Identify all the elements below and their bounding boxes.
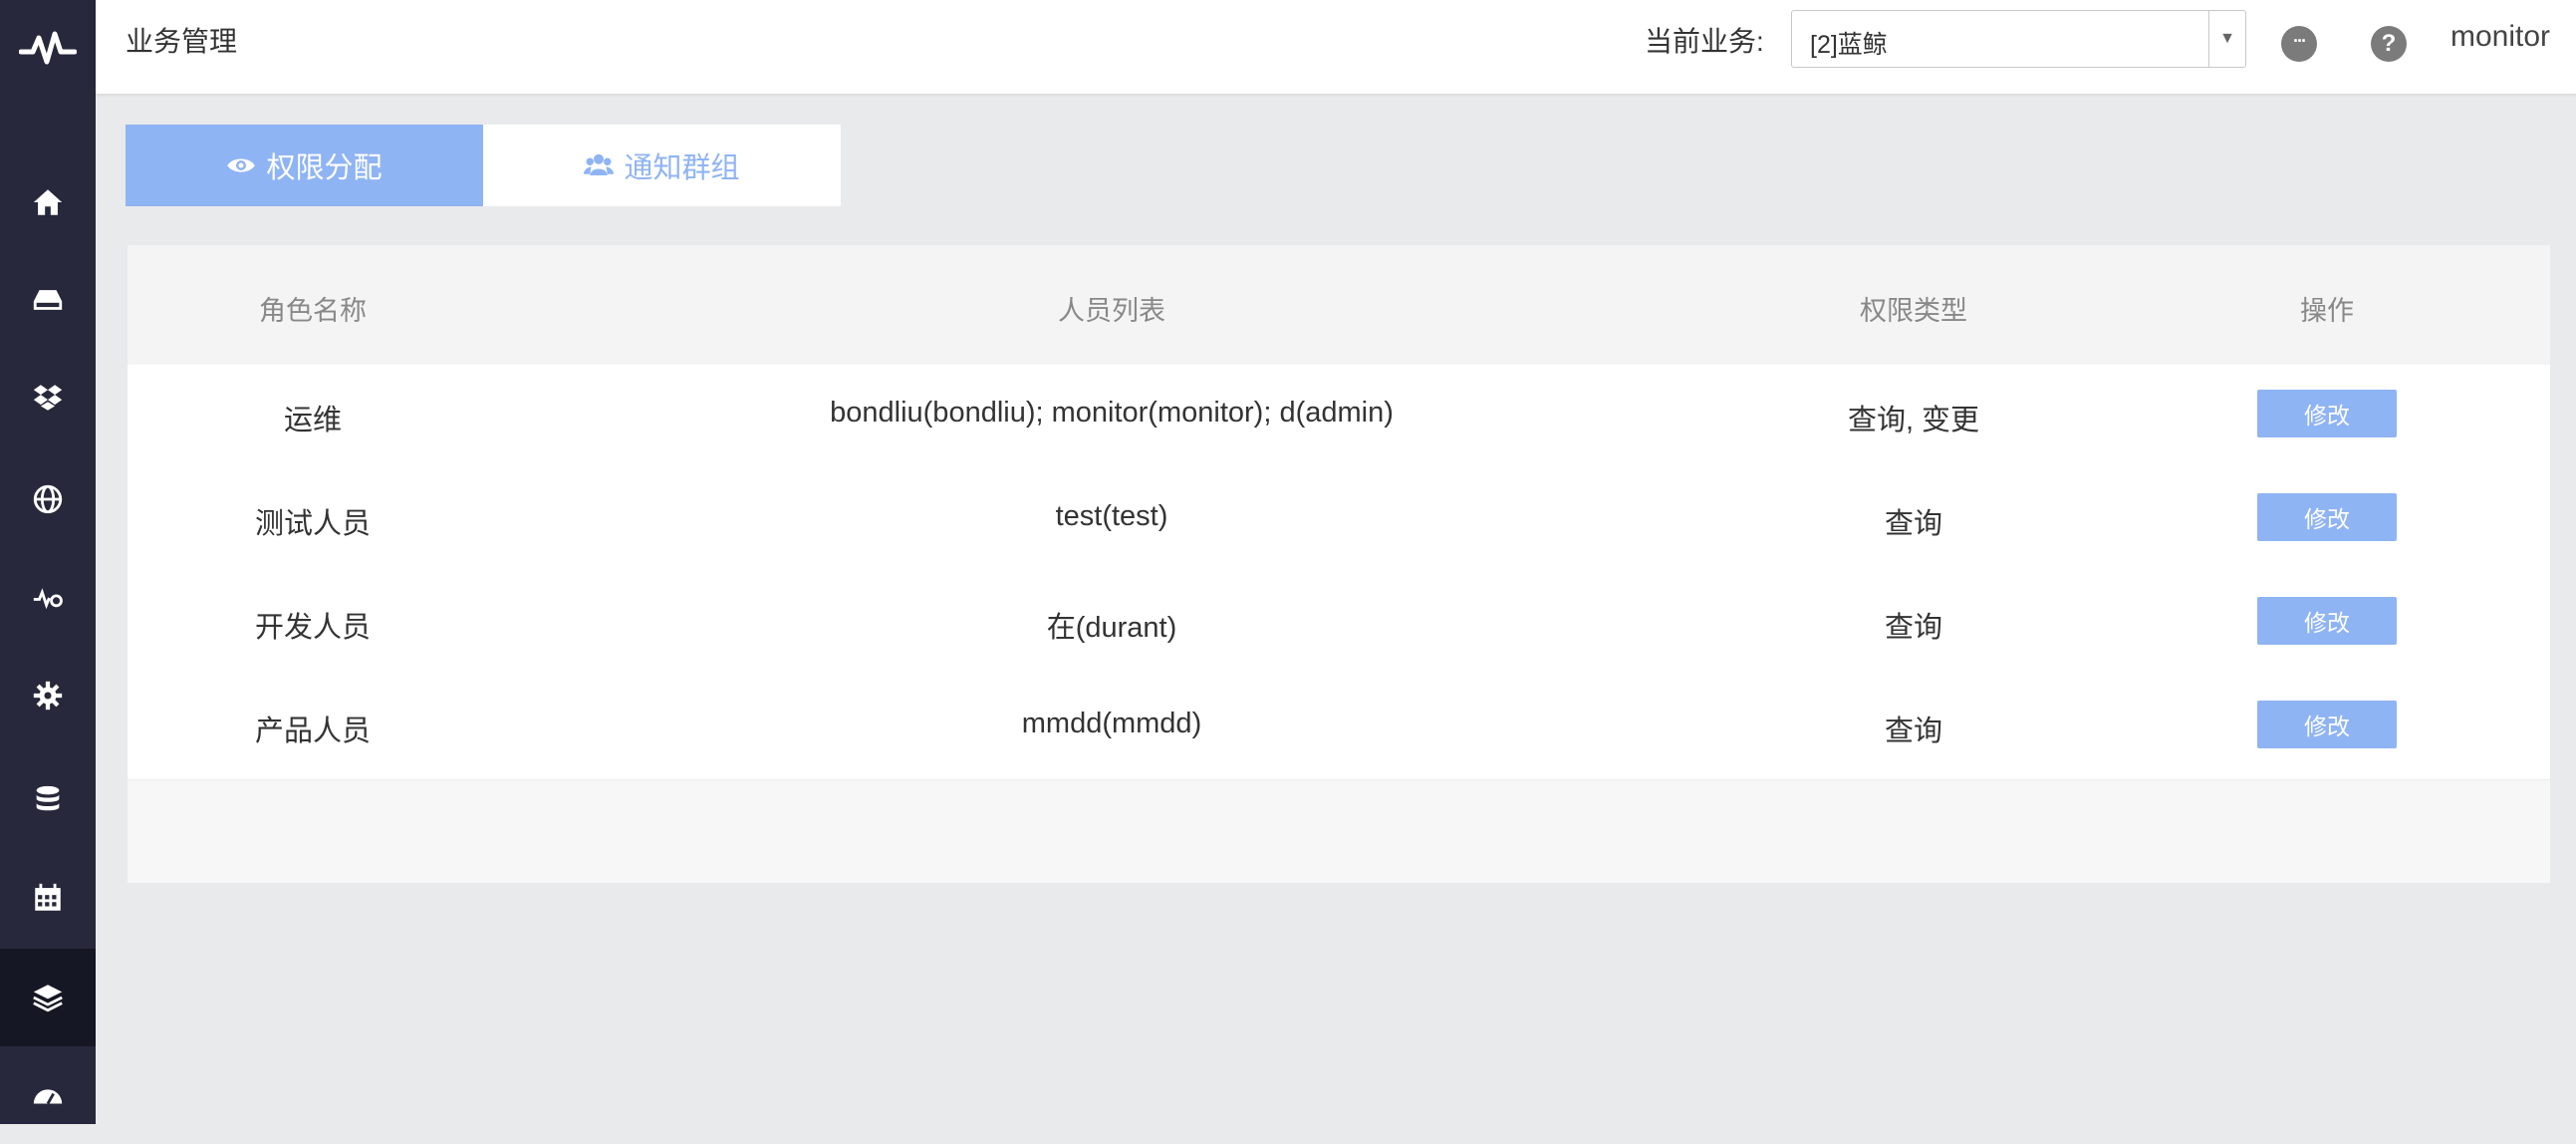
username[interactable]: monitor (2450, 20, 2550, 54)
more-icon[interactable]: ··· (2281, 26, 2317, 62)
dashboard-icon (33, 1089, 63, 1105)
business-select[interactable]: [2]蓝鲸 ▼ (1791, 10, 2246, 68)
database-icon (36, 785, 60, 811)
member-list: 在(durant) (1046, 612, 1177, 644)
logo[interactable] (0, 0, 96, 96)
sidebar (0, 0, 96, 1124)
edit-button[interactable]: 修改 (2257, 493, 2397, 541)
home-icon (33, 189, 63, 215)
tab-permission[interactable]: 权限分配 (126, 125, 483, 206)
permission-type: 查询 (1884, 508, 1943, 540)
tab-notify-group-label: 通知群组 (624, 152, 740, 184)
member-list: mmdd(mmdd) (1021, 708, 1202, 739)
permission-table: 角色名称 人员列表 权限类型 操作 运维 bondliu(bondliu); m… (128, 245, 2550, 883)
sidebar-item-settings[interactable] (0, 647, 96, 744)
role-name: 运维 (283, 405, 343, 436)
sidebar-item-monitor[interactable] (0, 549, 96, 647)
role-name: 开发人员 (254, 612, 372, 644)
page-title: 业务管理 (126, 26, 238, 57)
sidebar-item-database[interactable] (0, 751, 96, 849)
table-header: 角色名称 人员列表 权限类型 操作 (128, 245, 2550, 365)
sidebar-item-hosts[interactable] (0, 251, 96, 349)
sidebar-item-network[interactable] (0, 450, 96, 548)
table-row: 测试人员 test(test) 查询 修改 (128, 468, 2550, 573)
help-icon[interactable]: ? (2371, 26, 2407, 62)
sidebar-item-home[interactable] (0, 153, 96, 251)
permission-type: 查询 (1884, 612, 1943, 644)
column-header-action: 操作 (2300, 296, 2354, 326)
permission-type: 查询 (1884, 715, 1943, 747)
globe-icon (33, 484, 63, 514)
sidebar-item-calendar[interactable] (0, 849, 96, 947)
table-row: 运维 bondliu(bondliu); monitor(monitor); d… (128, 365, 2550, 469)
sidebar-item-dashboard[interactable] (0, 1046, 96, 1144)
edit-button[interactable]: 修改 (2257, 390, 2397, 437)
eye-icon (227, 158, 256, 172)
pulse-logo-icon (19, 31, 77, 65)
table-row: 开发人员 在(durant) 查询 修改 (128, 572, 2550, 677)
gear-icon (33, 681, 63, 711)
sidebar-item-business[interactable] (0, 949, 96, 1046)
heartbeat-gear-icon (33, 588, 63, 610)
edit-button[interactable]: 修改 (2257, 701, 2397, 748)
help-glyph: ? (2381, 30, 2397, 57)
role-name: 测试人员 (254, 508, 372, 540)
dropbox-icon (33, 385, 63, 411)
permission-type: 查询, 变更 (1847, 405, 1980, 436)
sidebar-item-packages[interactable] (0, 349, 96, 446)
member-list: bondliu(bondliu); monitor(monitor); d(ad… (830, 397, 1394, 429)
more-glyph: ··· (2293, 30, 2307, 51)
layers-icon (33, 985, 63, 1012)
edit-button[interactable]: 修改 (2257, 597, 2397, 645)
column-header-role: 角色名称 (259, 296, 367, 326)
tab-permission-label: 权限分配 (266, 152, 383, 184)
role-name: 产品人员 (254, 715, 372, 747)
calendar-icon (35, 883, 61, 911)
tab-notify-group[interactable]: 通知群组 (483, 125, 841, 206)
hdd-icon (33, 290, 63, 310)
business-select-value: [2]蓝鲸 (1810, 31, 1888, 59)
column-header-members: 人员列表 (1058, 296, 1165, 326)
member-list: test(test) (1055, 500, 1168, 532)
users-icon (584, 153, 615, 175)
table-row: 产品人员 mmdd(mmdd) 查询 修改 (128, 676, 2550, 780)
column-header-permission: 权限类型 (1860, 296, 1967, 326)
business-label: 当前业务: (1645, 26, 1764, 57)
top-header: 业务管理 当前业务: [2]蓝鲸 ▼ ··· ? monitor (96, 0, 2576, 95)
caret-down-icon[interactable]: ▼ (2208, 11, 2245, 67)
